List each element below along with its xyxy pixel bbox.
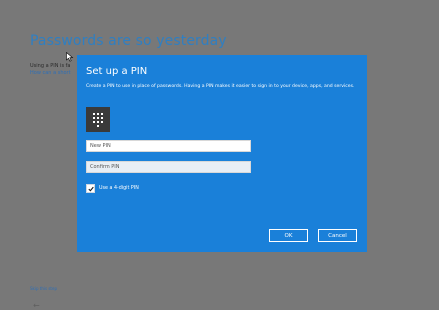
ok-button[interactable]: OK [269,229,308,242]
background-page-title: Passwords are so yesterday [30,33,227,49]
confirm-pin-input[interactable] [86,161,251,173]
back-arrow-icon[interactable]: ← [33,301,40,310]
checkmark-icon [87,186,94,192]
new-pin-input[interactable] [86,140,251,152]
dialog-title: Set up a PIN [86,66,148,77]
background-help-link[interactable]: How can a short [30,70,71,76]
keypad-icon [86,107,110,132]
skip-this-step-link[interactable]: Skip this step [30,286,57,291]
use-4-digit-pin-checkbox[interactable] [86,184,95,193]
mouse-cursor-icon [66,47,74,62]
background-intro-text: Using a PIN is fa [30,63,71,69]
cancel-button[interactable]: Cancel [318,229,357,242]
use-4-digit-pin-option[interactable]: Use a 4-digit PIN [86,184,139,193]
dialog-description: Create a PIN to use in place of password… [86,84,355,89]
use-4-digit-pin-label: Use a 4-digit PIN [99,186,139,191]
setup-pin-dialog: Set up a PIN Create a PIN to use in plac… [77,55,367,252]
